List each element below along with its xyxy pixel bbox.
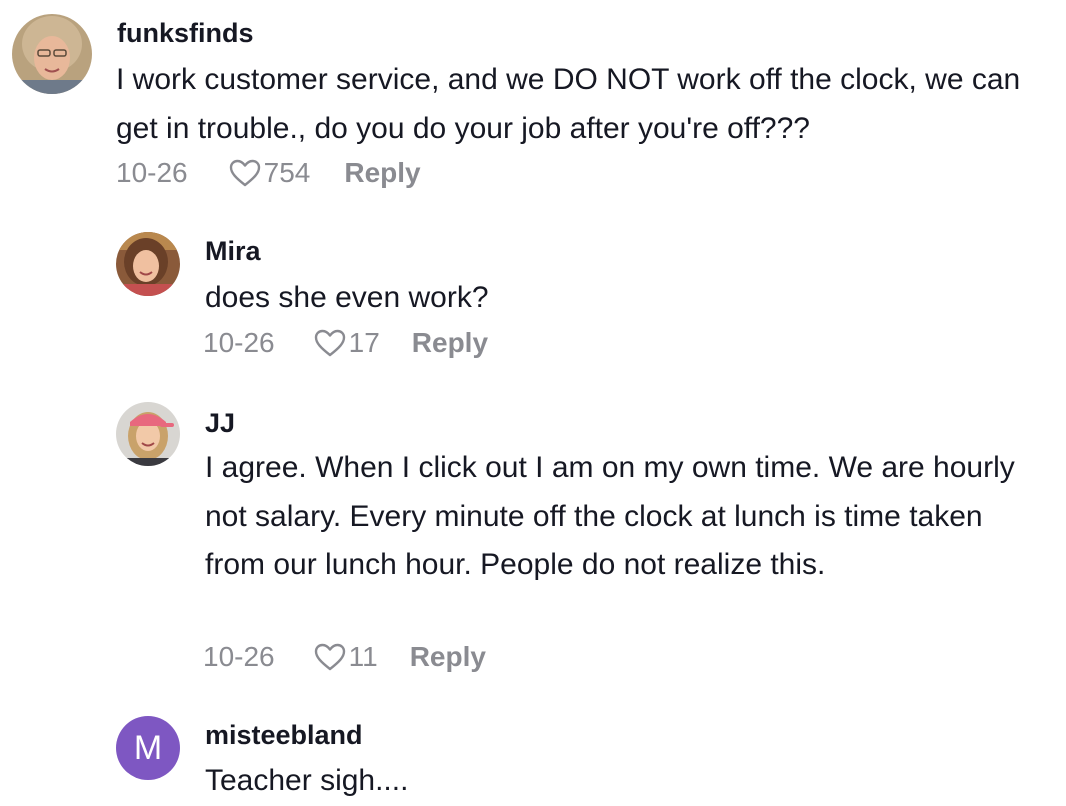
reply-button[interactable]: Reply — [412, 327, 488, 359]
comment-meta: 10-26 17 Reply — [203, 323, 488, 363]
username[interactable]: funksfinds — [117, 18, 254, 49]
comment-text: Teacher sigh.... — [205, 764, 409, 797]
avatar-misteebland[interactable]: M — [116, 716, 180, 780]
heart-outline-icon — [313, 328, 347, 358]
like-button[interactable]: 17 — [313, 327, 380, 359]
like-button[interactable]: 11 — [313, 641, 378, 673]
comment-date: 10-26 — [203, 641, 275, 672]
comment-date: 10-26 — [116, 157, 188, 188]
comment-meta: 10-26 11 Reply — [203, 637, 486, 677]
avatar-jj[interactable] — [116, 402, 180, 466]
heart-outline-icon — [313, 642, 347, 672]
reply-button[interactable]: Reply — [410, 641, 486, 673]
comment-meta: 10-26 754 Reply — [116, 153, 421, 193]
comment-funksfinds: funksfinds I work customer service, and … — [0, 0, 1066, 200]
reply-button[interactable]: Reply — [344, 157, 420, 189]
username[interactable]: misteebland — [205, 720, 363, 751]
comment-text: I agree. When I click out I am on my own… — [205, 451, 1015, 581]
comment-date: 10-26 — [203, 327, 275, 358]
like-count: 17 — [348, 327, 380, 358]
like-count: 754 — [263, 157, 311, 188]
comment-misteebland: M misteebland Teacher sigh.... — [0, 700, 1066, 806]
like-count: 11 — [348, 641, 378, 672]
avatar-funksfinds[interactable] — [12, 14, 92, 94]
avatar-mira[interactable] — [116, 232, 180, 296]
comment-mira: Mira does she even work? 10-26 17 Reply — [0, 200, 1066, 380]
comment-text: does she even work? — [205, 281, 489, 314]
username[interactable]: JJ — [205, 408, 235, 439]
comment-text: I work customer service, and we DO NOT w… — [116, 63, 1021, 145]
comment-jj: JJ I agree. When I click out I am on my … — [0, 380, 1066, 700]
like-button[interactable]: 754 — [228, 157, 311, 189]
username[interactable]: Mira — [205, 236, 261, 267]
avatar-letter: M — [133, 728, 163, 767]
heart-outline-icon — [228, 158, 262, 188]
